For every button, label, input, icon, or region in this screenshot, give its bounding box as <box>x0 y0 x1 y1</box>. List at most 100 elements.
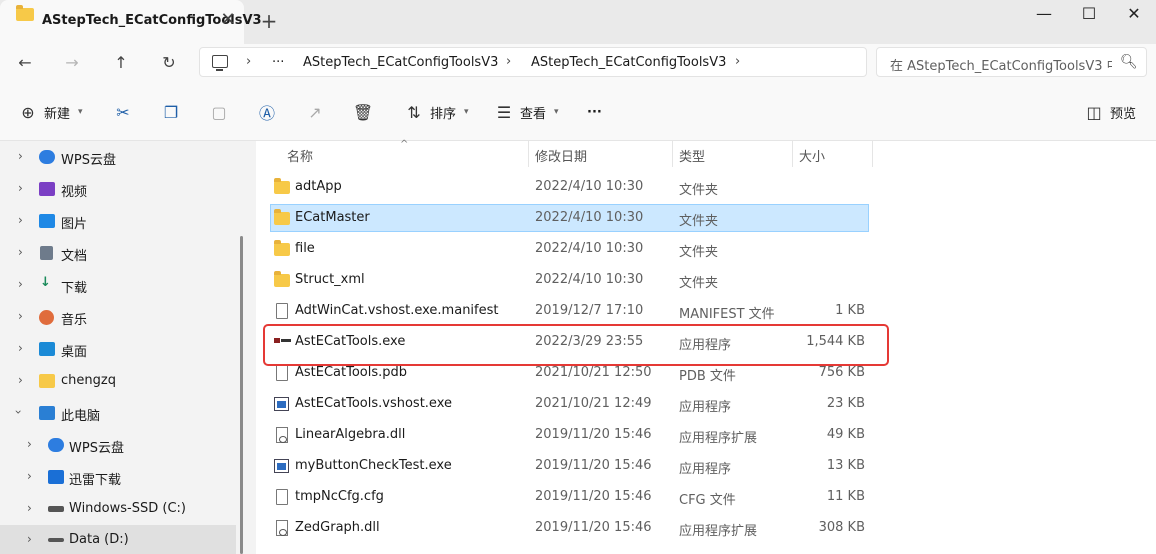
folder-icon <box>274 178 290 194</box>
sidebar-scrollbar[interactable] <box>240 236 243 554</box>
new-button[interactable]: ⊕ 新建 ▾ <box>18 101 82 123</box>
table-row[interactable]: LinearAlgebra.dll 2019/11/20 15:46 应用程序扩… <box>270 421 869 449</box>
address-bar[interactable]: › ··· AStepTech_ECatConfigToolsV3 › ASte… <box>199 47 867 77</box>
chevron-right-icon[interactable]: › <box>27 501 32 515</box>
folder-icon <box>16 5 34 21</box>
sidebar-item-desktop[interactable]: › 桌面 <box>0 334 236 364</box>
cut-button[interactable]: ✂ <box>113 101 133 123</box>
close-window-button[interactable]: ✕ <box>1112 0 1156 30</box>
table-row[interactable]: adtApp 2022/4/10 10:30 文件夹 <box>270 173 869 201</box>
sidebar-item-label: WPS云盘 <box>61 153 116 168</box>
sidebar-item-wps-cloud[interactable]: › WPS云盘 <box>0 142 236 172</box>
sidebar-item-this-pc[interactable]: › 此电脑 <box>0 398 236 428</box>
file-date: 2022/4/10 10:30 <box>535 179 644 194</box>
maximize-button[interactable]: ☐ <box>1067 0 1111 30</box>
file-type: 应用程序扩展 <box>679 524 758 539</box>
file-date: 2019/11/20 15:46 <box>535 520 652 535</box>
chevron-right-icon[interactable]: › <box>18 309 23 323</box>
chevron-right-icon[interactable]: › <box>27 532 32 546</box>
column-divider[interactable] <box>528 141 529 167</box>
table-row[interactable]: Struct_xml 2022/4/10 10:30 文件夹 <box>270 266 869 294</box>
rename-button[interactable]: Ⓐ <box>257 101 277 123</box>
tab-close-icon[interactable]: ✕ <box>218 10 238 30</box>
sidebar-item-thunder-download[interactable]: › 迅雷下载 <box>0 462 236 492</box>
sidebar-item-videos[interactable]: › 视频 <box>0 174 236 204</box>
search-input[interactable]: 在 AStepTech_ECatConfigToolsV3 中搜索 🔍︎ <box>876 47 1147 77</box>
column-header-name[interactable]: 名称 <box>287 146 313 165</box>
chevron-right-icon[interactable]: › <box>18 181 23 195</box>
command-bar: ⊕ 新建 ▾ ✂ ❐ ▢ Ⓐ ↗ 🗑︎ ⇅ 排序 ▾ ☰ 查看 ▾ ··· ◫ … <box>0 82 1156 141</box>
table-row[interactable]: ECatMaster 2022/4/10 10:30 文件夹 <box>270 204 869 232</box>
forward-button[interactable]: → <box>58 51 86 75</box>
file-type: 文件夹 <box>679 214 719 229</box>
column-divider[interactable] <box>872 141 873 167</box>
back-button[interactable]: ← <box>11 51 39 75</box>
breadcrumb-separator[interactable]: › <box>735 54 740 69</box>
delete-button[interactable]: 🗑︎ <box>353 101 373 123</box>
chevron-right-icon[interactable]: › <box>18 341 23 355</box>
new-icon: ⊕ <box>21 102 35 122</box>
chevron-right-icon[interactable]: › <box>18 149 23 163</box>
share-button[interactable]: ↗ <box>305 101 325 123</box>
file-type: PDB 文件 <box>679 369 736 384</box>
drive-icon <box>48 538 64 542</box>
exe-icon <box>274 459 289 473</box>
minimize-button[interactable]: — <box>1022 0 1066 30</box>
table-row[interactable]: AstECatTools.vshost.exe 2021/10/21 12:49… <box>270 390 869 418</box>
preview-button[interactable]: ◫ 预览 <box>1084 101 1136 123</box>
table-row[interactable]: tmpNcCfg.cfg 2019/11/20 15:46 CFG 文件 11 … <box>270 483 869 511</box>
column-header-type[interactable]: 类型 <box>679 146 705 165</box>
breadcrumb-more[interactable]: ··· <box>272 55 284 70</box>
sidebar-item-label: 文档 <box>61 249 88 264</box>
file-name: LinearAlgebra.dll <box>295 427 406 442</box>
chevron-right-icon[interactable]: › <box>18 277 23 291</box>
chevron-right-icon[interactable]: › <box>18 373 23 387</box>
new-tab-button[interactable]: + <box>258 10 280 32</box>
sidebar-item-music[interactable]: › 音乐 <box>0 302 236 332</box>
breadcrumb-item[interactable]: AStepTech_ECatConfigToolsV3 <box>303 55 498 70</box>
chevron-right-icon[interactable]: › <box>18 213 23 227</box>
breadcrumb-item[interactable]: AStepTech_ECatConfigToolsV3 <box>531 55 726 70</box>
up-button[interactable]: ↑ <box>107 51 135 75</box>
chevron-right-icon[interactable]: › <box>27 469 32 483</box>
table-row[interactable]: file 2022/4/10 10:30 文件夹 <box>270 235 869 263</box>
file-date: 2022/4/10 10:30 <box>535 210 644 225</box>
file-date: 2019/12/7 17:10 <box>535 303 644 318</box>
breadcrumb-separator[interactable]: › <box>246 54 251 69</box>
file-date: 2019/11/20 15:46 <box>535 489 652 504</box>
breadcrumb-separator[interactable]: › <box>506 54 511 69</box>
sidebar-item-drive-d[interactable]: › Data (D:) <box>0 525 236 554</box>
folder-icon <box>39 374 55 388</box>
chevron-right-icon[interactable]: › <box>27 437 32 451</box>
column-divider[interactable] <box>672 141 673 167</box>
sidebar-item-label: 视频 <box>61 185 88 200</box>
file-name: AdtWinCat.vshost.exe.manifest <box>295 303 499 318</box>
column-header-date[interactable]: 修改日期 <box>535 146 587 165</box>
sidebar-item-documents[interactable]: › 文档 <box>0 238 236 268</box>
table-row[interactable]: AdtWinCat.vshost.exe.manifest 2019/12/7 … <box>270 297 869 325</box>
file-date: 2021/10/21 12:49 <box>535 396 652 411</box>
paste-button[interactable]: ▢ <box>209 101 229 123</box>
search-icon[interactable]: 🔍︎ <box>1120 54 1138 70</box>
sidebar-item-wps-cloud-pc[interactable]: › WPS云盘 <box>0 430 236 460</box>
chevron-right-icon[interactable]: › <box>18 245 23 259</box>
table-row[interactable]: ZedGraph.dll 2019/11/20 15:46 应用程序扩展 308… <box>270 514 869 542</box>
table-row[interactable]: myButtonCheckTest.exe 2019/11/20 15:46 应… <box>270 452 869 480</box>
sort-button[interactable]: ⇅ 排序 ▾ <box>404 101 468 123</box>
file-type: 文件夹 <box>679 276 719 291</box>
more-options-button[interactable]: ··· <box>587 101 602 123</box>
file-list: ^ 名称 修改日期 类型 大小 adtApp 2022/4/10 10:30 文… <box>256 139 1156 554</box>
chevron-down-icon[interactable]: › <box>11 410 25 415</box>
copy-button[interactable]: ❐ <box>161 101 181 123</box>
explorer-tab[interactable]: AStepTech_ECatConfigToolsV3 ✕ <box>0 0 262 44</box>
view-button[interactable]: ☰ 查看 ▾ <box>494 101 559 123</box>
sidebar-item-label: 迅雷下载 <box>69 473 122 488</box>
sidebar-item-downloads[interactable]: › ↓ 下载 <box>0 270 236 300</box>
sidebar-item-pictures[interactable]: › 图片 <box>0 206 236 236</box>
column-divider[interactable] <box>792 141 793 167</box>
file-size: 23 KB <box>826 396 865 411</box>
column-header-size[interactable]: 大小 <box>799 146 825 165</box>
sidebar-item-drive-c[interactable]: › Windows-SSD (C:) <box>0 494 236 524</box>
refresh-button[interactable]: ↻ <box>155 51 183 75</box>
sidebar-item-chengzq[interactable]: › chengzq <box>0 366 236 396</box>
